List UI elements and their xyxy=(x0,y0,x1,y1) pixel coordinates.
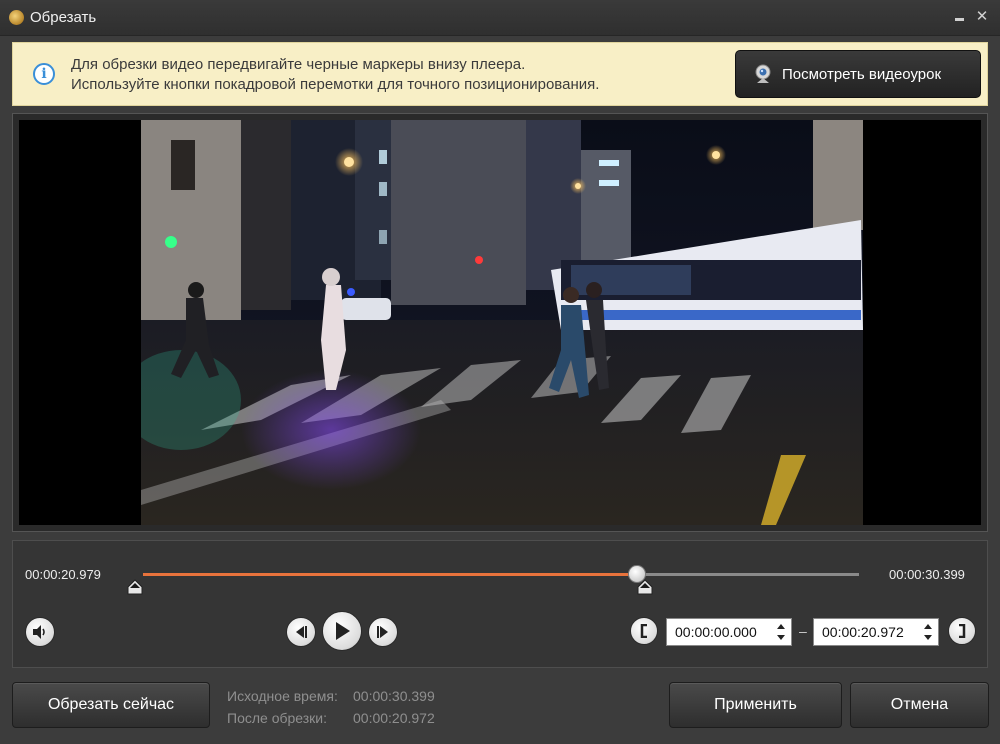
set-end-button[interactable] xyxy=(948,617,976,645)
next-frame-icon xyxy=(377,626,388,638)
range-separator: – xyxy=(799,623,807,639)
info-icon: i xyxy=(33,63,55,85)
volume-button[interactable] xyxy=(25,617,55,647)
banner-line-2: Используйте кнопки покадровой перемотки … xyxy=(71,76,600,93)
prev-frame-icon xyxy=(296,626,307,638)
cut-now-button[interactable]: Обрезать сейчас xyxy=(12,682,210,728)
prev-frame-button[interactable] xyxy=(286,617,316,647)
original-time-label: Исходное время: xyxy=(227,688,338,704)
original-time-value: 00:00:30.399 xyxy=(353,688,435,704)
webcam-icon xyxy=(755,64,771,83)
bracket-left-icon xyxy=(640,624,647,638)
speaker-icon xyxy=(33,625,45,639)
next-frame-button[interactable] xyxy=(368,617,398,647)
minimize-button[interactable] xyxy=(952,9,968,25)
title-bar: Обрезать ✕ xyxy=(0,0,1000,36)
trim-range-fill xyxy=(143,573,638,576)
timeline-panel: 00:00:20.979 00:00:30.399 00:00:00.000 –… xyxy=(12,540,988,668)
total-time: 00:00:30.399 xyxy=(889,567,965,582)
bracket-right-icon xyxy=(959,624,966,638)
trim-start-value: 00:00:00.000 xyxy=(675,624,757,640)
app-icon xyxy=(9,10,24,25)
trim-start-input[interactable]: 00:00:00.000 xyxy=(666,618,792,646)
trim-end-value: 00:00:20.972 xyxy=(822,624,904,640)
playhead-handle[interactable] xyxy=(628,565,647,583)
banner-text: Для обрезки видео передвигайте черные ма… xyxy=(71,55,599,95)
trim-end-input[interactable]: 00:00:20.972 xyxy=(813,618,939,646)
watch-tutorial-label: Посмотреть видеоурок xyxy=(782,65,942,83)
close-button[interactable]: ✕ xyxy=(974,9,990,25)
video-player[interactable] xyxy=(12,113,988,532)
after-trim-value: 00:00:20.972 xyxy=(353,710,435,726)
video-screen xyxy=(19,120,981,525)
watch-tutorial-button[interactable]: Посмотреть видеоурок xyxy=(735,50,981,98)
play-icon xyxy=(336,622,350,640)
after-trim-label: После обрезки: xyxy=(227,710,328,726)
play-button[interactable] xyxy=(322,611,362,651)
banner-line-1: Для обрезки видео передвигайте черные ма… xyxy=(71,56,526,73)
apply-button[interactable]: Применить xyxy=(669,682,842,728)
video-frame-image xyxy=(141,120,863,525)
trim-start-marker[interactable] xyxy=(127,579,143,595)
spin-arrows-icon[interactable] xyxy=(924,622,932,642)
spin-arrows-icon[interactable] xyxy=(777,622,785,642)
window-title: Обрезать xyxy=(30,9,97,26)
set-start-button[interactable] xyxy=(630,617,658,645)
timeline-track[interactable] xyxy=(143,573,859,576)
info-banner: i Для обрезки видео передвигайте черные … xyxy=(12,42,988,106)
cancel-button[interactable]: Отмена xyxy=(850,682,989,728)
current-time: 00:00:20.979 xyxy=(25,567,101,582)
